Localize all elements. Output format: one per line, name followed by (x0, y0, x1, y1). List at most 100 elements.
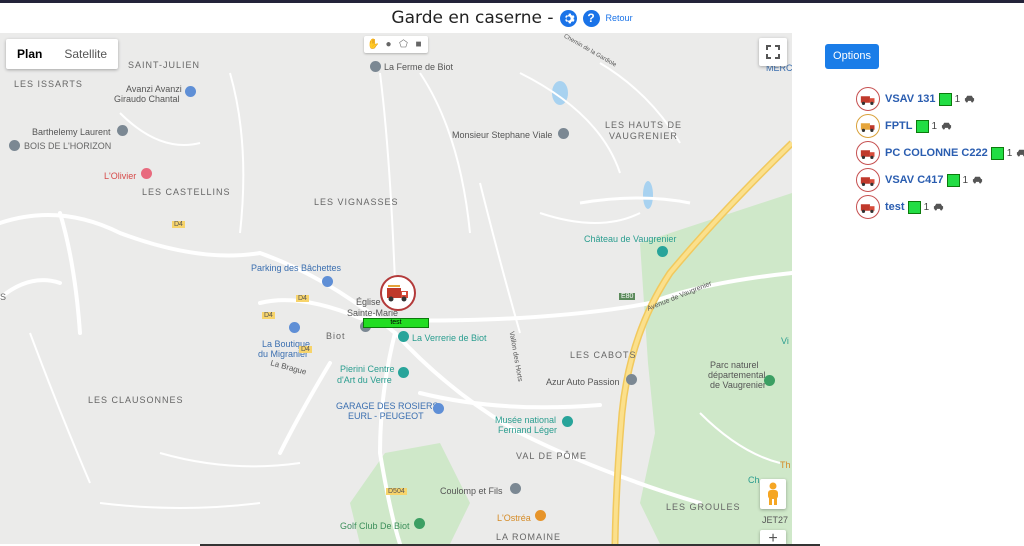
area-label: Biot (326, 331, 346, 341)
place-pin-icon[interactable] (558, 128, 569, 139)
place-label: Parc naturel (710, 360, 759, 370)
place-label: Avanzi Avanzi (126, 84, 182, 94)
back-link[interactable]: Retour (606, 13, 633, 23)
place-label: Coulomp et Fils (440, 486, 503, 496)
shop-pin-icon[interactable] (433, 403, 444, 414)
vehicle-name-link[interactable]: test (885, 201, 905, 213)
place-label: Ch (748, 475, 760, 485)
place-label: GARAGE DES ROSIERS (336, 401, 439, 411)
restaurant-pin-icon[interactable] (141, 168, 152, 179)
car-icon (941, 117, 952, 135)
place-label: de Vaugrenier (710, 380, 766, 390)
place-pin-icon[interactable] (9, 140, 20, 151)
area-label: LES CLAUSONNES (88, 395, 184, 405)
place-pin-icon[interactable] (626, 374, 637, 385)
question-icon[interactable]: ? (582, 9, 600, 27)
place-pin-icon[interactable] (510, 483, 521, 494)
place-label: La Ferme de Biot (384, 62, 454, 72)
gear-icon[interactable] (559, 9, 577, 27)
place-label: EURL - PEUGEOT (348, 411, 424, 421)
place-label: Musée national (495, 415, 557, 425)
circle-icon[interactable]: ● (382, 38, 395, 51)
place-label: L'Olivier (104, 171, 137, 181)
place-label: JET27 (762, 515, 789, 525)
vehicle-name-link[interactable]: VSAV C417 (885, 174, 944, 186)
area-label: VAUGRENIER (609, 131, 678, 141)
hand-icon[interactable]: ✋ (367, 38, 380, 51)
vehicle-count: 1 (954, 93, 961, 105)
fire-truck-icon (856, 114, 880, 138)
vehicle-item: test 1 (856, 195, 1024, 219)
road-label: D4 (296, 295, 309, 302)
parking-pin-icon[interactable] (322, 276, 333, 287)
page-header: Garde en caserne - ? Retour (0, 3, 1024, 33)
water-area (643, 181, 653, 209)
car-icon (1016, 144, 1024, 162)
pegman-icon (768, 482, 778, 505)
vehicle-marker[interactable] (380, 275, 416, 311)
place-label: L'Ostréa (497, 513, 531, 523)
golf-pin-icon[interactable] (414, 518, 425, 529)
museum-pin-icon[interactable] (398, 367, 409, 378)
options-button[interactable]: Options (825, 44, 879, 69)
vehicle-count: 1 (931, 120, 938, 132)
park-pin-icon[interactable] (764, 375, 775, 386)
road-label: D504 (386, 488, 407, 495)
place-label: Vi (781, 336, 789, 346)
vehicle-count: 1 (923, 201, 930, 213)
area-label: SAINT-JULIEN (128, 60, 201, 70)
place-label: Pierini Centre (340, 364, 395, 374)
vehicle-count: 1 (962, 174, 969, 186)
area-label: LES CASTELLINS (142, 187, 231, 197)
museum-pin-icon[interactable] (657, 246, 668, 257)
map-view[interactable]: SAINT-JULIEN LES ISSARTS LES CASTELLINS … (0, 33, 792, 544)
vehicle-name-link[interactable]: VSAV 131 (885, 93, 936, 105)
drawing-toolbar: ✋ ● ⬠ ■ (364, 36, 428, 53)
place-pin-icon[interactable] (117, 125, 128, 136)
polygon-icon[interactable]: ⬠ (397, 38, 410, 51)
museum-pin-icon[interactable] (562, 416, 573, 427)
place-label: La Verrerie de Biot (412, 333, 487, 343)
fire-truck-icon (856, 168, 880, 192)
vehicle-item: VSAV 131 1 (856, 87, 1024, 111)
area-label: BOIS DE L'HORIZON (24, 141, 112, 151)
page-title: Garde en caserne - (391, 8, 554, 28)
attraction-pin-icon[interactable] (398, 331, 409, 342)
area-label: S (0, 292, 8, 302)
area-label: LA ROMAINE (496, 532, 562, 542)
road-label: E80 (619, 293, 636, 300)
vehicle-count: 1 (1006, 147, 1013, 159)
rectangle-icon[interactable]: ■ (412, 38, 425, 51)
zoom-in-button[interactable]: + (760, 530, 786, 544)
place-label: d'Art du Verre (337, 375, 392, 385)
status-indicator (907, 200, 921, 214)
restaurant-pin-icon[interactable] (535, 510, 546, 521)
area-label: LES CABOTS (570, 350, 637, 360)
status-indicator (938, 92, 952, 106)
place-label: Église (356, 297, 381, 307)
place-label: Parking des Bâchettes (251, 263, 342, 273)
area-label: LES GROULES (666, 502, 741, 512)
place-label: Giraudo Chantal (114, 94, 180, 104)
vehicle-name-link[interactable]: FPTL (885, 120, 913, 132)
place-label: Monsieur Stephane Viale (452, 130, 553, 140)
car-icon (964, 90, 975, 108)
fullscreen-button[interactable] (759, 38, 787, 66)
fullscreen-icon (766, 45, 780, 59)
place-pin-icon[interactable] (370, 61, 381, 72)
car-icon (933, 198, 944, 216)
map-tab-plan[interactable]: Plan (6, 39, 53, 69)
fire-truck-icon (387, 285, 408, 302)
shop-pin-icon[interactable] (185, 86, 196, 97)
vehicle-name-link[interactable]: PC COLONNE C222 (885, 147, 988, 159)
road-label: D4 (172, 221, 185, 228)
vehicle-item: FPTL 1 (856, 114, 1024, 138)
fire-truck-icon (856, 87, 880, 111)
street-view-button[interactable] (760, 479, 786, 509)
place-label: Golf Club De Biot (340, 521, 410, 531)
map-tab-satellite[interactable]: Satellite (53, 39, 118, 69)
status-indicator (915, 119, 929, 133)
shop-pin-icon[interactable] (289, 322, 300, 333)
place-label: Fernand Léger (498, 425, 558, 435)
place-label: Barthelemy Laurent (32, 127, 111, 137)
